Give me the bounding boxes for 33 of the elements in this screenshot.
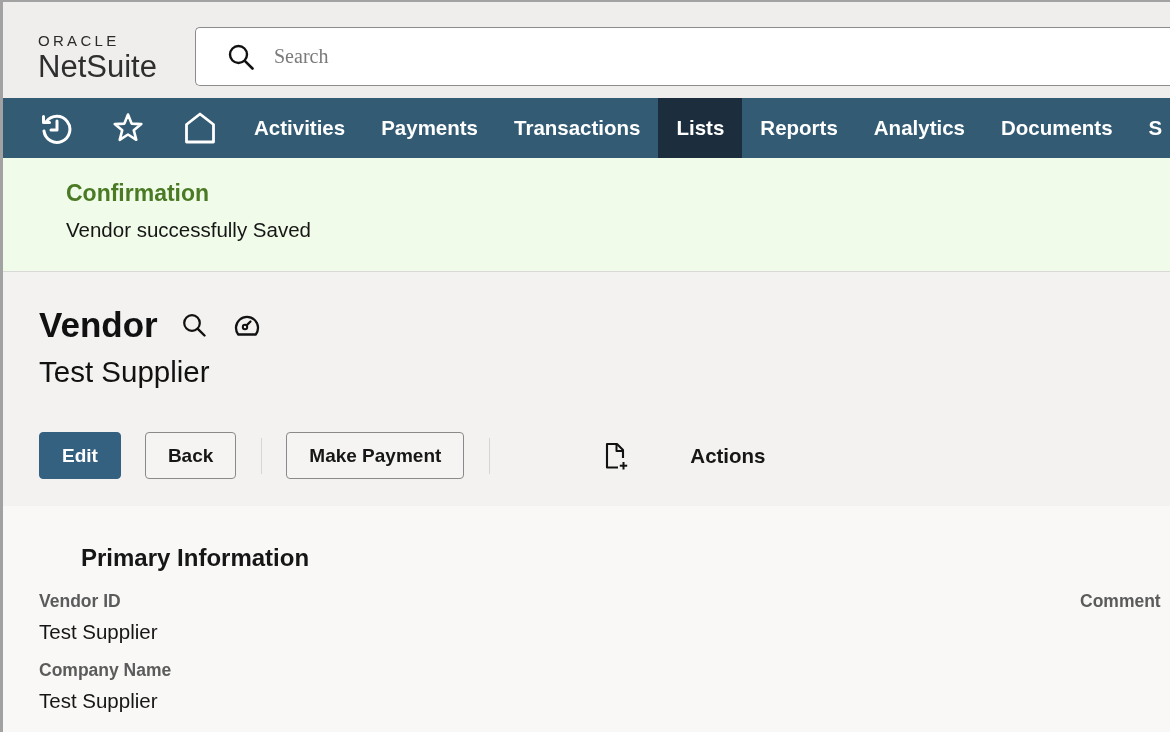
record-name: Test Supplier [39, 355, 210, 389]
edit-button[interactable]: Edit [39, 432, 121, 479]
confirmation-message: Vendor successfully Saved [66, 217, 311, 243]
nav-tab[interactable]: Payments [363, 98, 496, 158]
toolbar-button[interactable]: Back [144, 432, 237, 479]
nav-tab[interactable]: Lists [658, 98, 743, 158]
star-icon[interactable] [112, 112, 144, 144]
gauge-icon[interactable] [233, 313, 260, 337]
section-title: Primary Information [81, 544, 310, 572]
toolbar-button[interactable]: Make Payment [286, 432, 465, 479]
field-label: Company Name [39, 660, 172, 680]
logo-product-text: NetSuite [38, 51, 157, 83]
confirmation-title: Confirmation [66, 179, 210, 207]
search-input[interactable]: Search [274, 45, 1170, 68]
nav-tab[interactable]: Activities [236, 98, 364, 158]
field-label: Comment [1080, 591, 1161, 611]
field-value: Test Supplier [39, 620, 158, 644]
field-value: Test Supplier [39, 689, 158, 713]
search-icon [228, 43, 254, 70]
nav-tab[interactable]: Documents [982, 98, 1131, 158]
search-field[interactable]: Search [195, 27, 1170, 86]
home-icon[interactable] [184, 112, 216, 144]
search-icon[interactable] [181, 313, 206, 337]
nav-tab[interactable]: S [1130, 98, 1170, 158]
field-label: Vendor ID [39, 591, 121, 611]
nav-tab[interactable]: Reports [742, 98, 856, 158]
nav-tab[interactable]: Analytics [855, 98, 983, 158]
record-type-title: Vendor [39, 305, 158, 345]
actions-menu-button[interactable]: Actions [690, 443, 766, 468]
document-plus-icon[interactable] [603, 441, 630, 470]
nav-tab[interactable]: Transactions [496, 98, 659, 158]
history-icon[interactable] [40, 112, 72, 144]
logo-brand-text: ORACLE [38, 33, 120, 49]
